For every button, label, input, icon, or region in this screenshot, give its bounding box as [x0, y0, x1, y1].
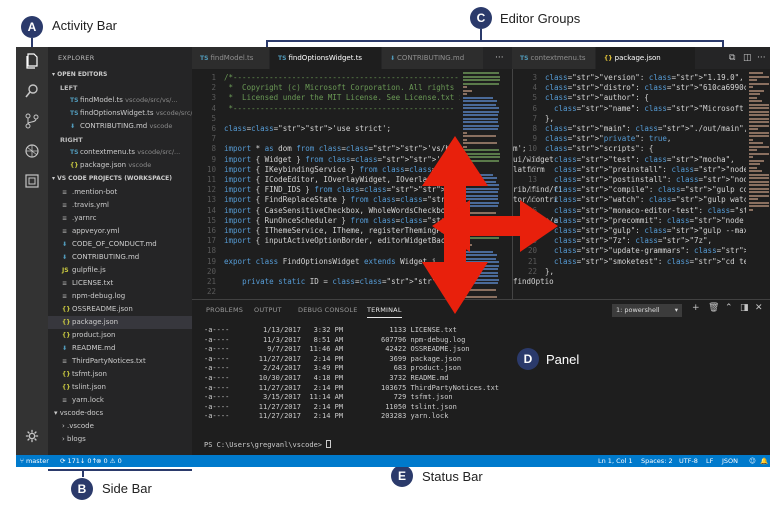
resize-arrows: [422, 136, 558, 314]
annotated-screenshot: A Activity Bar C Editor Groups B Side Ba…: [0, 0, 777, 516]
